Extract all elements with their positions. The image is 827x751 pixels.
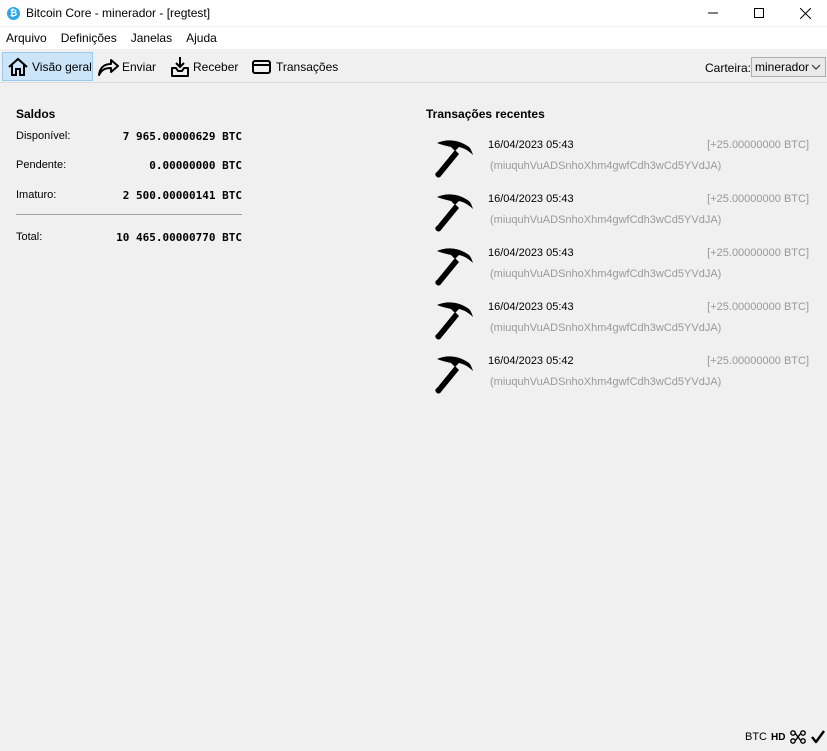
transaction-row[interactable]: 16/04/2023 05:42 [+25.00000000 BTC] (miu… [425,350,815,404]
transaction-date: 16/04/2023 05:43 [488,139,574,151]
transaction-amount: [+25.00000000 BTC] [707,355,809,367]
transaction-date: 16/04/2023 05:43 [488,247,574,259]
receive-tab[interactable]: Receber [170,52,238,81]
immature-value: 2 500.00000141 BTC [122,189,242,202]
transaction-row[interactable]: 16/04/2023 05:43 [+25.00000000 BTC] (miu… [425,296,815,350]
wallet-selector-value: minerador [755,60,810,74]
pending-label: Pendente: [16,159,67,171]
chevron-down-icon [811,64,821,70]
hd-wallet-indicator: HD [771,731,786,743]
menu-ajuda[interactable]: Ajuda [179,31,224,45]
pickaxe-icon [435,248,473,286]
close-button[interactable] [782,0,827,26]
minimize-icon [708,12,718,14]
window-title: Bitcoin Core - minerador - [regtest] [26,6,211,20]
transaction-address: (miuquhVuADSnhoXhm4gwfCdh3wCd5YVdJA) [490,322,722,334]
minimize-button[interactable] [690,0,736,26]
overview-tab-label: Visão geral [32,59,92,74]
overview-tab[interactable]: Visão geral [2,52,93,81]
menu-janelas[interactable]: Janelas [124,31,179,45]
transaction-address: (miuquhVuADSnhoXhm4gwfCdh3wCd5YVdJA) [490,268,722,280]
unit-selector[interactable]: BTC [745,731,767,743]
transaction-amount: [+25.00000000 BTC] [707,139,809,151]
available-value: 7 965.00000629 BTC [122,130,242,143]
title-bar: ₿ Bitcoin Core - minerador - [regtest] [0,0,827,26]
transactions-tab[interactable]: Transações [251,52,338,81]
receive-tab-label: Receber [193,59,239,74]
balance-divider [16,214,242,215]
transaction-amount: [+25.00000000 BTC] [707,301,809,313]
pickaxe-icon [435,194,473,232]
toolbar: Visão geral Enviar Receber Transações Ca… [0,50,827,83]
transaction-address: (miuquhVuADSnhoXhm4gwfCdh3wCd5YVdJA) [490,160,722,172]
wallet-card-icon [252,59,271,74]
total-label: Total: [16,231,43,243]
recent-transactions-title: Transações recentes [426,107,545,121]
pickaxe-icon [435,140,473,178]
wallet-selector[interactable]: minerador [751,57,826,77]
send-arrow-icon [98,58,119,76]
transaction-row[interactable]: 16/04/2023 05:43 [+25.00000000 BTC] (miu… [425,188,815,242]
balances-title: Saldos [16,107,56,121]
home-icon [8,57,28,76]
transaction-row[interactable]: 16/04/2023 05:43 [+25.00000000 BTC] (miu… [425,134,815,188]
available-label: Disponível: [16,130,71,142]
status-bar: BTC HD [745,728,826,746]
maximize-button[interactable] [736,0,782,26]
transaction-address: (miuquhVuADSnhoXhm4gwfCdh3wCd5YVdJA) [490,214,722,226]
transaction-date: 16/04/2023 05:43 [488,193,574,205]
transaction-date: 16/04/2023 05:42 [488,355,574,367]
close-icon [799,7,811,19]
synced-check-icon [811,730,826,744]
transaction-date: 16/04/2023 05:43 [488,301,574,313]
send-tab[interactable]: Enviar [97,52,156,81]
transaction-row[interactable]: 16/04/2023 05:43 [+25.00000000 BTC] (miu… [425,242,815,296]
menu-arquivo[interactable]: Arquivo [0,31,54,45]
send-tab-label: Enviar [122,59,157,74]
bitcoin-app-icon: ₿ [7,6,20,20]
maximize-icon [754,8,764,18]
transactions-tab-label: Transações [276,59,339,74]
immature-label: Imaturo: [16,189,57,201]
pickaxe-icon [435,356,473,394]
menu-definicoes[interactable]: Definições [54,31,124,45]
total-value: 10 465.00000770 BTC [116,231,242,244]
pickaxe-icon [435,302,473,340]
transaction-amount: [+25.00000000 BTC] [707,247,809,259]
wallet-label: Carteira: [705,61,752,75]
receive-inbox-icon [171,56,189,77]
pending-value: 0.00000000 BTC [149,159,242,172]
menu-bar: Arquivo Definições Janelas Ajuda [0,27,827,49]
transaction-address: (miuquhVuADSnhoXhm4gwfCdh3wCd5YVdJA) [490,376,722,388]
network-activity-icon[interactable] [789,729,807,745]
transaction-amount: [+25.00000000 BTC] [707,193,809,205]
